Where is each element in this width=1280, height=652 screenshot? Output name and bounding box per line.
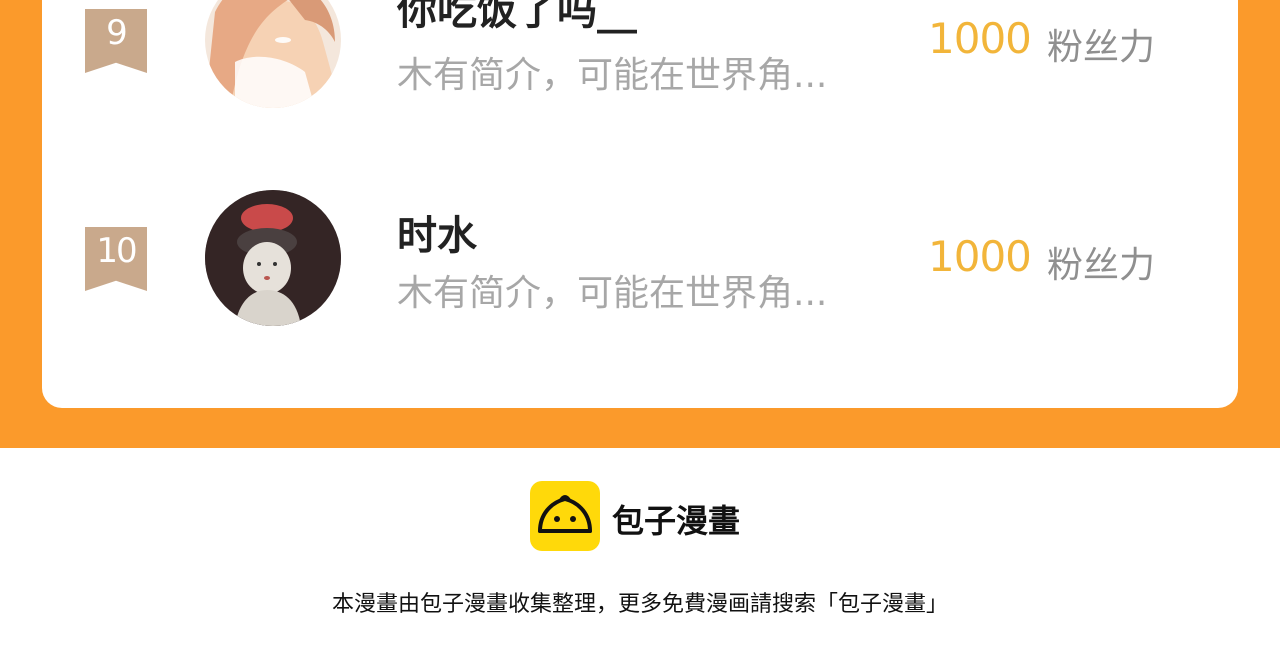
ranking-row[interactable]: 9 你吃饭了吗__ 木有简介，可能在世界角... 1000 粉丝力 <box>42 0 1238 140</box>
user-bio: 木有简介，可能在世界角... <box>397 55 828 96</box>
user-bio: 木有简介，可能在世界角... <box>397 273 828 314</box>
rank-badge: 10 <box>85 227 147 291</box>
avatar-image <box>205 190 341 326</box>
avatar-image <box>205 0 341 108</box>
avatar[interactable] <box>205 190 341 326</box>
ranking-row[interactable]: 10 时水 木有简介，可能在世界角... 1000 粉丝力 <box>42 180 1238 340</box>
fans-value: 1000 <box>928 14 1032 63</box>
rank-badge: 9 <box>85 9 147 73</box>
avatar[interactable] <box>205 0 341 108</box>
footer-note: 本漫畫由包子漫畫收集整理，更多免費漫画請搜索「包子漫畫」 <box>331 592 948 617</box>
baozi-logo-icon <box>530 481 600 551</box>
fans-label: 粉丝力 <box>1047 245 1156 286</box>
ranking-card: 9 你吃饭了吗__ 木有简介，可能在世界角... 1000 粉丝力 10 时水 … <box>42 0 1238 408</box>
fans-value: 1000 <box>928 232 1032 281</box>
user-name: 时水 <box>397 213 477 259</box>
user-name: 你吃饭了吗__ <box>397 0 637 34</box>
fans-label: 粉丝力 <box>1047 27 1156 68</box>
brand-name: 包子漫畫 <box>612 502 741 540</box>
